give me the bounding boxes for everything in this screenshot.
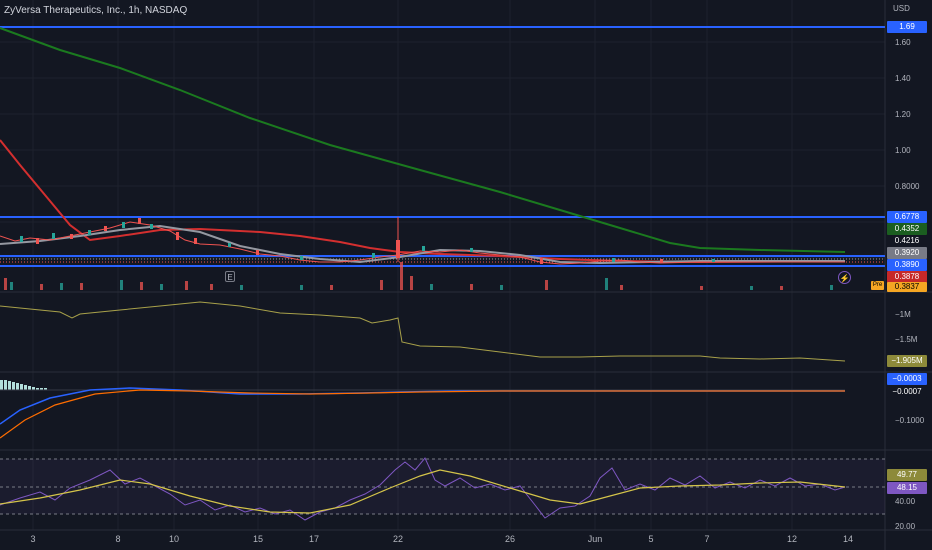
currency-label: USD bbox=[893, 4, 910, 13]
macd-line bbox=[0, 387, 845, 425]
time-axis-label: 17 bbox=[308, 534, 320, 544]
flash-event-icon[interactable]: ⚡ bbox=[838, 271, 851, 284]
chart-canvas[interactable] bbox=[0, 0, 932, 550]
rsi-axis-label: 20.00 bbox=[895, 522, 916, 531]
ma-mid-line bbox=[0, 139, 846, 264]
time-axis-label: Jun bbox=[587, 534, 603, 544]
time-axis-label: 22 bbox=[392, 534, 404, 544]
price-tag-current: 0.4216 bbox=[887, 235, 927, 247]
macd-signal-tag: −0.0007 bbox=[887, 386, 927, 398]
price-axis-label: 1.20 bbox=[895, 110, 911, 119]
symbol-title[interactable]: ZyVersa Therapeutics, Inc., 1h, NASDAQ bbox=[4, 5, 187, 16]
rsi-ma-tag: 49.77 bbox=[887, 469, 927, 481]
time-axis-label: 8 bbox=[115, 534, 121, 544]
price-tag-level-resistance[interactable]: 0.6778 bbox=[887, 211, 927, 223]
price-tag-level-high[interactable]: 1.69 bbox=[887, 21, 927, 33]
ma-long-line bbox=[0, 27, 846, 253]
obv-axis-label: −1M bbox=[895, 310, 911, 319]
rsi-value-tag: 48.15 bbox=[887, 482, 927, 494]
premarket-badge: Pre bbox=[871, 281, 884, 290]
obv-line bbox=[0, 301, 846, 362]
rsi-axis-label: 40.00 bbox=[895, 497, 916, 506]
obv-axis-label: −1.5M bbox=[895, 335, 918, 344]
time-axis-label: 12 bbox=[786, 534, 798, 544]
ma-short-line bbox=[0, 224, 845, 265]
time-axis-label: 5 bbox=[648, 534, 654, 544]
horizontal-levels bbox=[0, 26, 885, 267]
price-tag-ma-long: 0.4352 bbox=[887, 223, 927, 235]
macd-histogram bbox=[0, 380, 47, 390]
obv-value-tag: −1.905M bbox=[887, 355, 927, 367]
price-axis-label: 1.40 bbox=[895, 74, 911, 83]
price-axis-label: 0.8000 bbox=[895, 182, 920, 191]
time-axis-label: 14 bbox=[842, 534, 854, 544]
time-axis-label: 3 bbox=[30, 534, 36, 544]
price-tag-ma-short: 0.3920 bbox=[887, 247, 927, 259]
macd-signal-line bbox=[0, 389, 845, 439]
price-axis-label: 1.00 bbox=[895, 146, 911, 155]
macd-value-tag: −0.0003 bbox=[887, 373, 927, 385]
time-axis-label: 15 bbox=[252, 534, 264, 544]
macd-axis-label: −0.1000 bbox=[895, 416, 925, 425]
time-axis-label: 7 bbox=[704, 534, 710, 544]
price-tag-level-support[interactable]: 0.3890 bbox=[887, 259, 927, 271]
price-tag-premarket: 0.3837 bbox=[887, 282, 927, 292]
time-axis-label: 10 bbox=[168, 534, 180, 544]
time-axis-label: 26 bbox=[504, 534, 516, 544]
earnings-marker-icon[interactable]: E bbox=[225, 271, 235, 282]
price-axis-label: 1.60 bbox=[895, 38, 911, 47]
